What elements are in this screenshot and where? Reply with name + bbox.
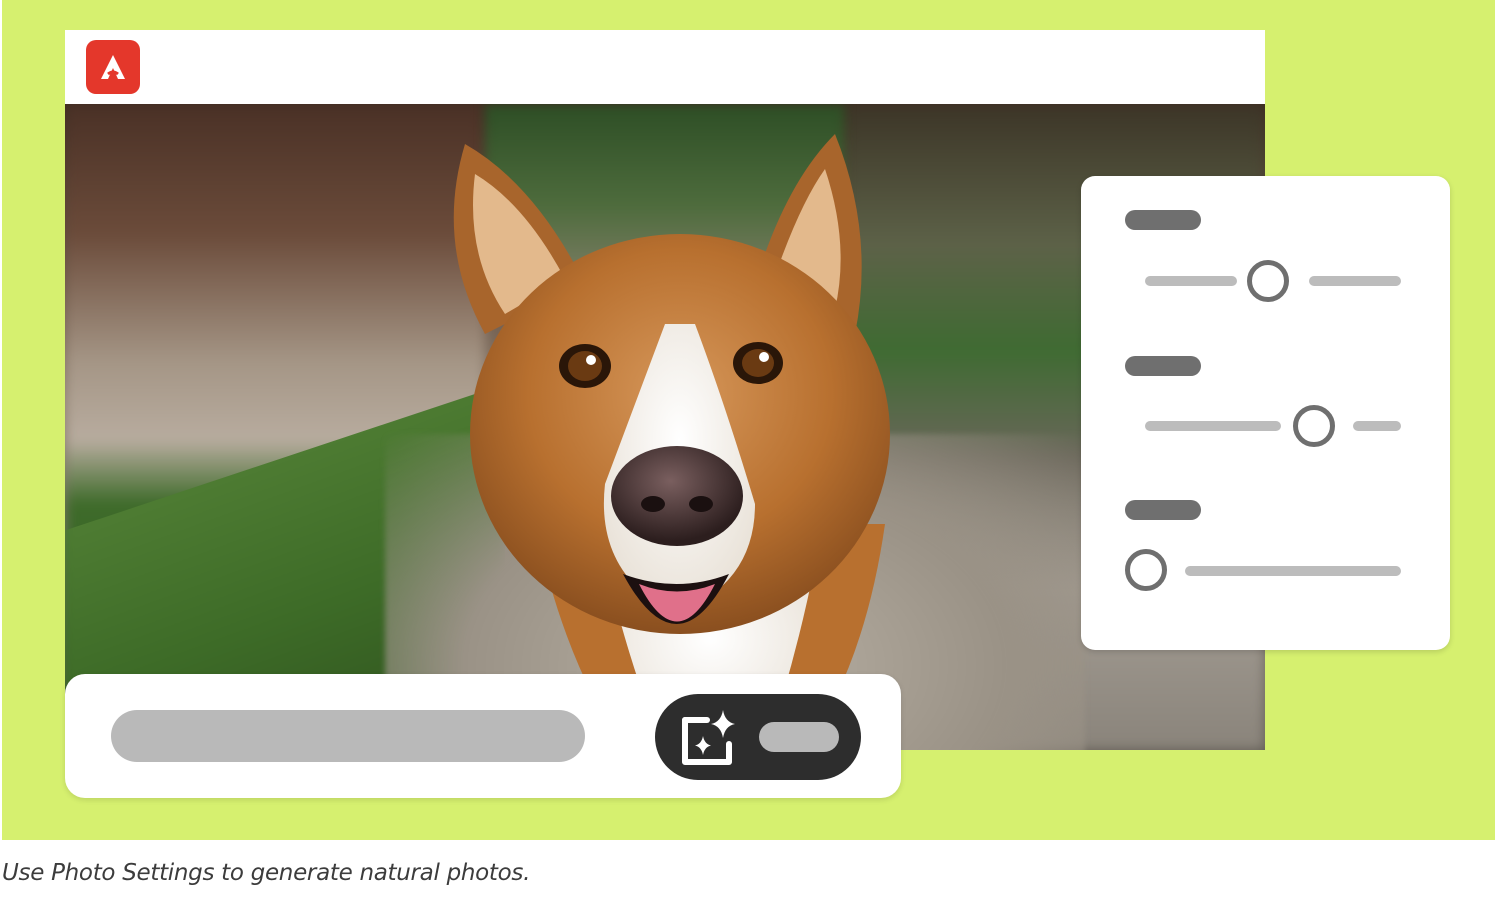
slider-knob-3[interactable]	[1125, 549, 1167, 591]
app-header	[65, 30, 1265, 104]
prompt-bar	[65, 674, 901, 798]
prompt-input[interactable]	[111, 710, 585, 762]
slider-track-2-right[interactable]	[1353, 421, 1401, 431]
setting-label-2	[1125, 356, 1201, 376]
adobe-express-logo-icon[interactable]	[86, 40, 140, 94]
setting-label-3	[1125, 500, 1201, 520]
setting-label-1	[1125, 210, 1201, 230]
slider-track-1-left[interactable]	[1145, 276, 1237, 286]
slider-track-2-left[interactable]	[1145, 421, 1281, 431]
generate-sparkle-icon	[682, 710, 735, 765]
slider-knob-2[interactable]	[1293, 405, 1335, 447]
photo-settings-panel	[1081, 176, 1450, 650]
generate-button[interactable]	[655, 694, 861, 780]
generate-label-placeholder	[759, 722, 839, 752]
slider-track-1-right[interactable]	[1309, 276, 1401, 286]
image-caption: Use Photo Settings to generate natural p…	[2, 860, 531, 886]
slider-knob-1[interactable]	[1247, 260, 1289, 302]
slider-track-3[interactable]	[1185, 566, 1401, 576]
illustration-canvas	[2, 0, 1495, 840]
